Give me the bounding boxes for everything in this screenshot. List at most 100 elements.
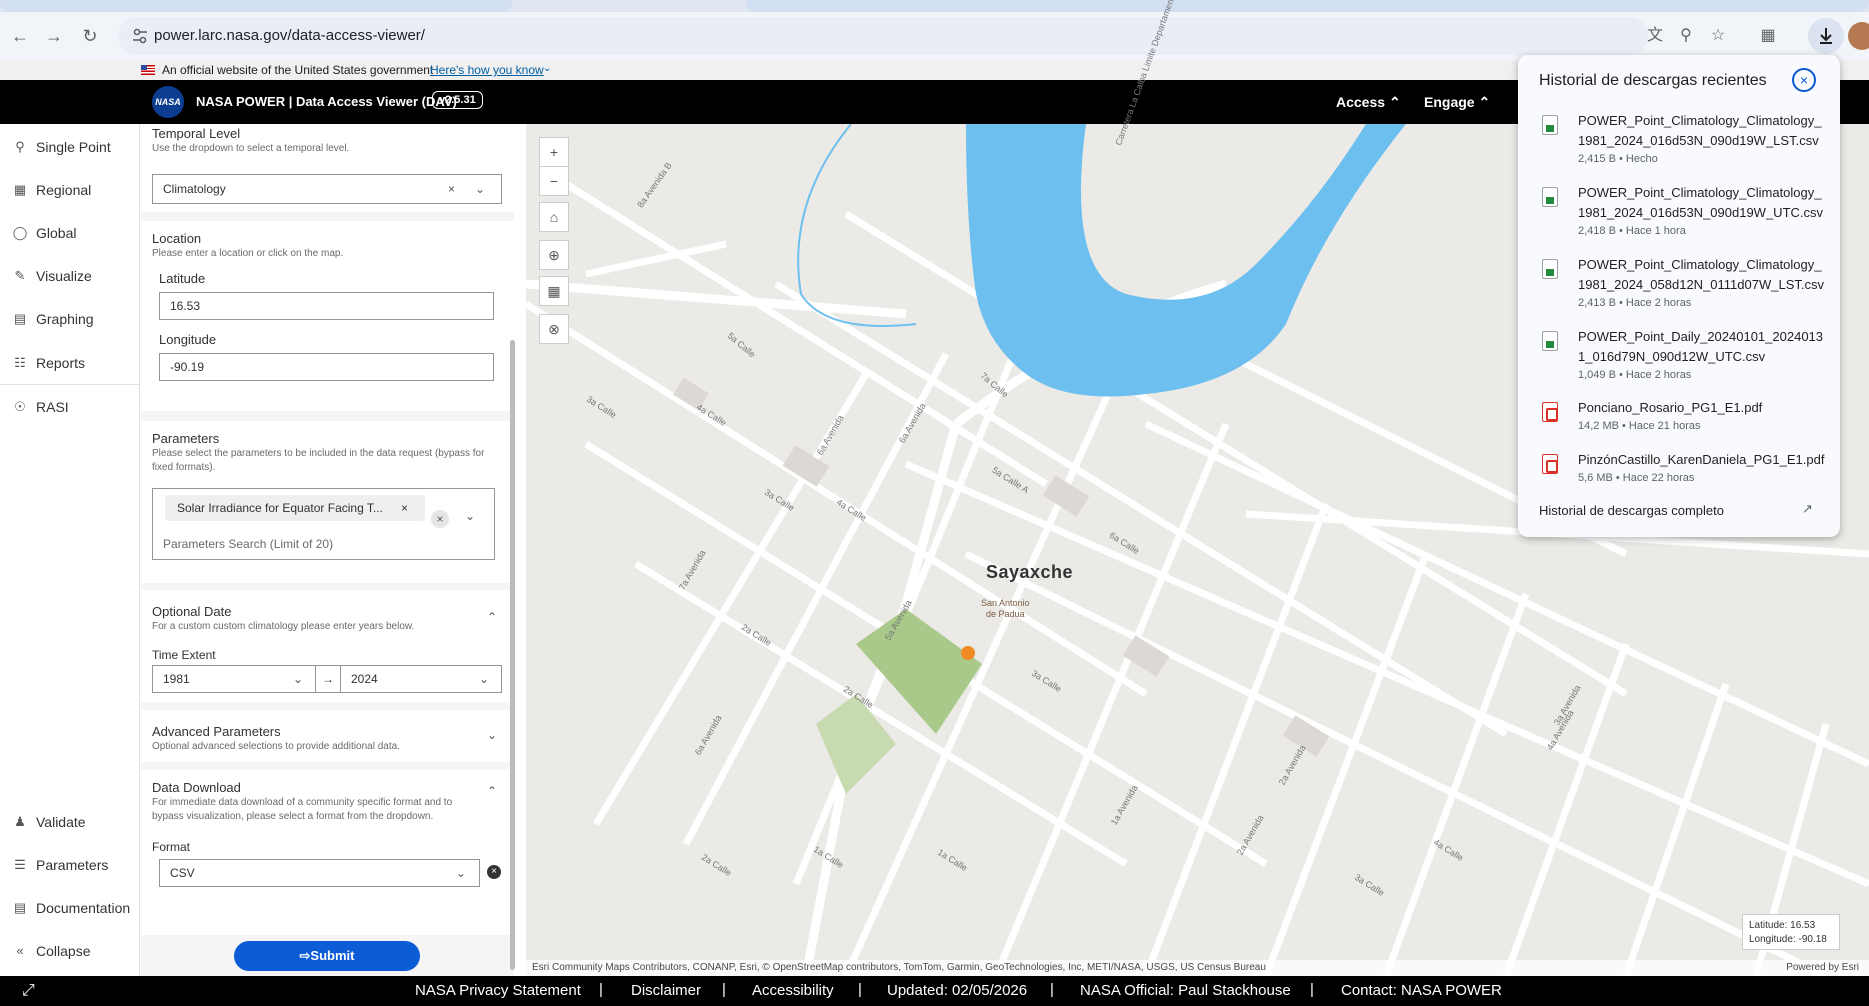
sidebar-item-collapse[interactable]: « Collapse [0, 936, 140, 966]
disclaimer-link[interactable]: Disclaimer [631, 982, 701, 999]
back-icon[interactable]: ← [8, 24, 32, 48]
download-item[interactable]: POWER_Point_Daily_20240101_20240131_016d… [1518, 327, 1840, 387]
longitude-input[interactable]: -90.19 [159, 353, 494, 381]
zoom-in-button[interactable]: + [539, 137, 569, 167]
download-filename[interactable]: PinzónCastillo_KarenDaniela_PG1_E1.pdf [1578, 450, 1828, 470]
clear-icon[interactable]: × [431, 510, 449, 528]
download-filename[interactable]: POWER_Point_Climatology_Climatology_1981… [1578, 183, 1828, 223]
chevron-down-icon[interactable]: ⌄ [475, 175, 485, 203]
parameters-select[interactable]: Solar Irradiance for Equator Facing T...… [152, 488, 495, 560]
reload-icon[interactable]: ↻ [78, 24, 102, 48]
latitude-input[interactable]: 16.53 [159, 292, 494, 320]
format-select[interactable]: CSV ⌄ [159, 859, 480, 887]
expand-icon[interactable]: ⤢ [22, 982, 35, 1000]
subcity-label: San Antonio de Padua [981, 598, 1030, 620]
zoom-icon[interactable]: ⚲ [1674, 24, 1698, 48]
download-item[interactable]: Ponciano_Rosario_PG1_E1.pdf 14,2 MB • Ha… [1518, 398, 1840, 442]
sidebar-item-global[interactable]: ◯ Global [0, 218, 140, 248]
sidebar-item-visualize[interactable]: ✎ Visualize [0, 261, 140, 291]
profile-avatar[interactable] [1848, 22, 1869, 50]
qr-grid-icon[interactable]: ▦ [539, 276, 569, 306]
advanced-parameters-title: Advanced Parameters [152, 724, 281, 739]
browser-tab[interactable] [746, 0, 1869, 12]
how-you-know-link[interactable]: Here's how you know [430, 63, 544, 77]
sidebar-item-label: Reports [36, 355, 86, 371]
chevron-down-icon[interactable]: ⌄ [465, 509, 475, 523]
region-icon: ▦ [13, 182, 27, 197]
time-extent-label: Time Extent [152, 648, 216, 662]
panel-scrollbar[interactable] [510, 340, 515, 970]
downloads-title: Historial de descargas recientes [1539, 72, 1767, 89]
advanced-parameters-card[interactable]: Advanced Parameters Optional advanced se… [141, 710, 514, 762]
browser-tab[interactable] [0, 0, 512, 12]
home-icon[interactable]: ⌂ [539, 202, 569, 232]
parameters-icon: ☰ [14, 857, 26, 872]
chevron-up-icon[interactable]: ⌃ [487, 784, 497, 798]
sidebar-item-graphing[interactable]: ▤ Graphing [0, 304, 140, 334]
download-item[interactable]: POWER_Point_Climatology_Climatology_1981… [1518, 183, 1840, 243]
sidebar-item-single-point[interactable]: ⚲ Single Point [0, 132, 140, 162]
translate-icon[interactable]: 文 [1643, 24, 1667, 48]
contact-link[interactable]: Contact: NASA POWER [1341, 982, 1502, 999]
download-filename[interactable]: Ponciano_Rosario_PG1_E1.pdf [1578, 398, 1828, 418]
download-filename[interactable]: POWER_Point_Daily_20240101_20240131_016d… [1578, 327, 1828, 367]
zoom-out-button[interactable]: − [539, 166, 569, 196]
clear-map-icon[interactable]: ⊗ [539, 314, 569, 344]
chevron-down-icon[interactable]: ⌄ [487, 728, 497, 742]
documentation-icon: ▤ [13, 900, 27, 915]
clear-icon[interactable]: × [448, 175, 455, 203]
data-download-title: Data Download [152, 780, 241, 795]
sidebar-item-documentation[interactable]: ▤ Documentation [0, 893, 140, 923]
temporal-level-select[interactable]: Climatology × ⌄ [152, 174, 502, 204]
start-year-select[interactable]: 1981 ⌄ [152, 665, 316, 693]
powered-by-esri[interactable]: Powered by Esri [1786, 962, 1859, 973]
download-meta: 5,6 MB • Hace 22 horas [1578, 472, 1695, 484]
chevron-up-icon[interactable]: ⌃ [487, 610, 497, 624]
download-item[interactable]: POWER_Point_Climatology_Climatology_1981… [1518, 111, 1840, 171]
parameter-chip[interactable]: Solar Irradiance for Equator Facing T...… [165, 495, 425, 521]
sidebar-item-regional[interactable]: ▦ Regional [0, 175, 140, 205]
app-title: NASA POWER | Data Access Viewer (DAV) [196, 94, 457, 109]
location-title: Location [152, 231, 202, 246]
location-desc: Please enter a location or click on the … [152, 248, 344, 259]
access-menu[interactable]: Access ⌃ [1336, 94, 1401, 111]
sidebar-item-rasi[interactable]: ☉ RASI [0, 392, 140, 422]
location-marker[interactable] [961, 646, 975, 660]
csv-file-icon [1542, 259, 1558, 279]
forward-icon[interactable]: → [42, 24, 66, 48]
external-link-icon[interactable]: ↗ [1802, 501, 1818, 517]
address-bar[interactable]: power.larc.nasa.gov/data-access-viewer/ [118, 17, 1648, 55]
csv-file-icon [1542, 115, 1558, 135]
nasa-logo[interactable]: NASA [152, 86, 184, 118]
url-text[interactable]: power.larc.nasa.gov/data-access-viewer/ [154, 27, 425, 44]
submit-button[interactable]: ⇨Submit [234, 941, 420, 971]
download-filename[interactable]: POWER_Point_Climatology_Climatology_1981… [1578, 255, 1828, 295]
site-info-icon[interactable] [130, 26, 150, 46]
engage-menu[interactable]: Engage ⌃ [1424, 94, 1490, 111]
latitude-label: Latitude [159, 271, 206, 286]
parameters-search-placeholder[interactable]: Parameters Search (Limit of 20) [163, 537, 333, 551]
chip-remove-icon[interactable]: × [401, 495, 408, 521]
engage-label: Engage [1424, 94, 1475, 110]
sidebar-item-parameters[interactable]: ☰ Parameters [0, 850, 140, 880]
close-icon[interactable]: × [1792, 68, 1816, 92]
extensions-icon[interactable]: ▦ [1756, 24, 1780, 48]
download-button[interactable] [1808, 18, 1844, 54]
longitude-label: Longitude [159, 332, 217, 347]
download-item[interactable]: POWER_Point_Climatology_Climatology_1981… [1518, 255, 1840, 315]
start-year-value: 1981 [163, 672, 190, 686]
chevron-down-icon[interactable]: ⌄ [543, 63, 551, 74]
sidebar-item-validate[interactable]: ♟ Validate [0, 807, 140, 837]
end-year-select[interactable]: 2024 ⌄ [340, 665, 502, 693]
privacy-link[interactable]: NASA Privacy Statement [415, 982, 581, 999]
download-filename[interactable]: POWER_Point_Climatology_Climatology_1981… [1578, 111, 1828, 151]
sidebar-item-reports[interactable]: ☷ Reports [0, 348, 140, 378]
footer-separator: | [599, 981, 603, 998]
full-history-link[interactable]: Historial de descargas completo [1539, 503, 1724, 518]
clear-format-icon[interactable]: × [487, 865, 501, 879]
bookmark-star-icon[interactable]: ☆ [1706, 24, 1730, 48]
accessibility-link[interactable]: Accessibility [752, 982, 834, 999]
locate-icon[interactable]: ⊕ [539, 240, 569, 270]
download-item[interactable]: PinzónCastillo_KarenDaniela_PG1_E1.pdf 5… [1518, 450, 1840, 494]
updated-date: Updated: 02/05/2026 [887, 982, 1028, 999]
